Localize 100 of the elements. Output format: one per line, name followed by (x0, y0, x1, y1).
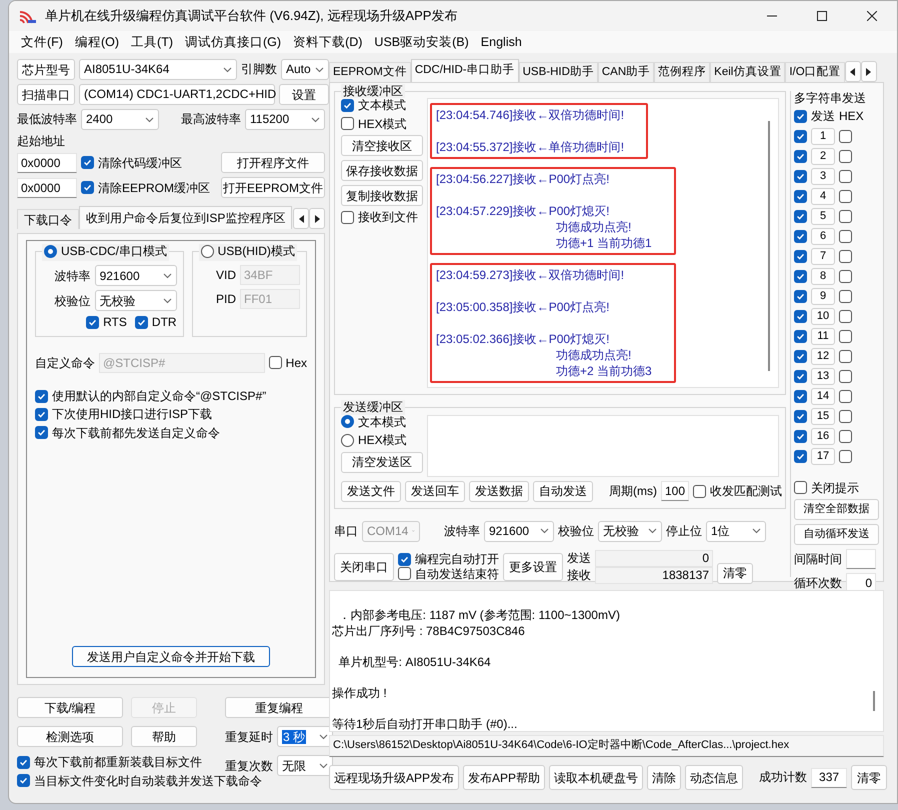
footer-button[interactable]: 远程现场升级APP发布 (329, 765, 460, 790)
program-button[interactable]: 检测选项 (17, 726, 123, 748)
port-dropdown[interactable]: (COM14) CDC1-UART1,2CDC+HID (79, 84, 275, 105)
string-send-button[interactable]: 13 (811, 368, 835, 385)
checkbox[interactable] (794, 450, 807, 463)
string-send-button[interactable]: 2 (811, 148, 835, 165)
open-file-button[interactable]: 打开EEPROM文件 (221, 177, 325, 198)
tab-scroll-left-button[interactable] (293, 208, 309, 230)
checkbox[interactable] (794, 390, 807, 403)
tab[interactable]: Keil仿真设置 (710, 62, 786, 82)
checkbox[interactable] (398, 553, 411, 566)
checkbox[interactable] (81, 156, 94, 170)
tab[interactable]: 收到用户命令后复位到ISP监控程序区 (79, 206, 292, 230)
checkbox[interactable] (839, 450, 852, 463)
send-action-button[interactable]: 发送回车 (405, 480, 465, 502)
checkbox[interactable] (17, 774, 30, 788)
menu-item[interactable]: 调试仿真接口(G) (179, 34, 288, 50)
checkbox[interactable] (794, 210, 807, 223)
checkbox[interactable] (794, 230, 807, 243)
checkbox[interactable] (693, 484, 706, 498)
checkbox[interactable] (794, 350, 807, 363)
string-send-button[interactable]: 9 (811, 288, 835, 305)
dropdown[interactable]: 无限 (277, 755, 333, 776)
parity-dropdown[interactable]: 无校验 (598, 520, 662, 542)
string-send-button[interactable]: 7 (811, 248, 835, 265)
checkbox[interactable] (839, 150, 852, 163)
checkbox[interactable] (839, 290, 852, 303)
tab-scroll-left-button[interactable] (844, 61, 861, 82)
dropdown[interactable]: 921600 (94, 265, 177, 286)
checkbox[interactable] (839, 250, 852, 263)
close-port-button[interactable]: 关闭串口 (334, 552, 394, 581)
footer-button[interactable]: 发布APP帮助 (463, 765, 546, 790)
checkbox[interactable] (398, 567, 411, 580)
radio-button[interactable] (200, 245, 214, 258)
dropdown[interactable]: 3 秒 (277, 726, 333, 748)
checkbox[interactable] (794, 330, 807, 343)
checkbox[interactable] (839, 270, 852, 283)
receive-button[interactable]: 保存接收数据 (341, 160, 423, 182)
checkbox[interactable] (794, 270, 807, 283)
settings-button[interactable]: 设置 (279, 84, 329, 105)
tab[interactable]: CAN助手 (598, 62, 654, 82)
checkbox[interactable] (134, 316, 148, 330)
checkbox[interactable] (794, 250, 807, 263)
checkbox[interactable] (839, 370, 852, 383)
checkbox[interactable] (794, 190, 807, 203)
checkbox[interactable] (839, 170, 852, 183)
checkbox[interactable] (839, 130, 852, 143)
tab[interactable]: I/O口配置 (785, 62, 845, 82)
checkbox[interactable] (17, 756, 30, 770)
more-settings-button[interactable]: 更多设置 (503, 552, 563, 581)
period-field[interactable]: 100 (661, 481, 689, 502)
file-path-field[interactable]: C:\Users\86152\Desktop\Ai8051U-34K64\Code\6-IO定时器中断\Code_AfterClas...\project.hex (329, 735, 884, 757)
checkbox[interactable] (839, 390, 852, 403)
checkbox[interactable] (794, 130, 807, 143)
checkbox[interactable] (35, 408, 48, 421)
string-send-button[interactable]: 15 (811, 408, 835, 425)
checkbox[interactable] (794, 481, 807, 494)
menu-item[interactable]: 编程(O) (68, 34, 126, 50)
string-send-button[interactable]: 3 (811, 168, 835, 185)
reset-count-button[interactable]: 清零 (851, 765, 888, 790)
checkbox[interactable] (81, 181, 94, 194)
string-send-button[interactable]: 16 (811, 428, 835, 445)
menu-item[interactable]: 工具(T) (125, 34, 179, 50)
interval-field[interactable] (846, 549, 876, 570)
baud-dropdown[interactable]: 921600 (484, 520, 554, 542)
send-action-button[interactable]: 自动发送 (533, 480, 593, 502)
menu-item[interactable]: 文件(F) (15, 34, 69, 50)
checkbox[interactable] (794, 110, 807, 124)
send-command-button[interactable]: 发送用户自定义命令并开始下载 (72, 646, 270, 668)
checkbox[interactable] (86, 316, 100, 330)
pin-count-dropdown[interactable]: Auto (281, 59, 329, 80)
counter-field[interactable]: 1838137 (595, 566, 713, 584)
checkbox[interactable] (839, 210, 852, 223)
checkbox[interactable] (268, 356, 282, 370)
counter-field[interactable]: 0 (595, 550, 713, 567)
footer-button[interactable]: 动态信息 (685, 765, 744, 790)
checkbox[interactable] (839, 190, 852, 203)
checkbox[interactable] (794, 150, 807, 163)
tab[interactable]: CDC/HID-串口助手 (410, 59, 519, 82)
tab[interactable]: EEPROM文件 (329, 62, 411, 82)
checkbox[interactable] (35, 426, 48, 440)
checkbox[interactable] (794, 170, 807, 183)
stop-bits-dropdown[interactable]: 1位 (706, 520, 766, 542)
clear-send-button[interactable]: 清空发送区 (341, 452, 423, 473)
menu-item[interactable]: English (474, 34, 528, 50)
checkbox[interactable] (794, 370, 807, 383)
receive-button[interactable]: 清空接收区 (341, 135, 423, 156)
receive-text-area[interactable] (427, 98, 779, 388)
chip-model-button[interactable]: 芯片型号 (17, 59, 75, 80)
string-send-button[interactable]: 5 (811, 208, 835, 225)
program-button[interactable]: 下载/编程 (17, 697, 123, 718)
string-send-button[interactable]: 10 (811, 308, 835, 325)
footer-button[interactable]: 清除 (647, 765, 682, 790)
checkbox[interactable] (794, 430, 807, 443)
open-file-button[interactable]: 打开程序文件 (221, 152, 325, 174)
send-action-button[interactable]: 发送文件 (341, 480, 401, 502)
radio-button[interactable] (341, 415, 354, 428)
reset-counter-button[interactable]: 清零 (717, 562, 753, 584)
baud-dropdown[interactable]: 2400 (81, 109, 159, 130)
footer-button[interactable]: 读取本机硬盘号 (549, 765, 644, 790)
